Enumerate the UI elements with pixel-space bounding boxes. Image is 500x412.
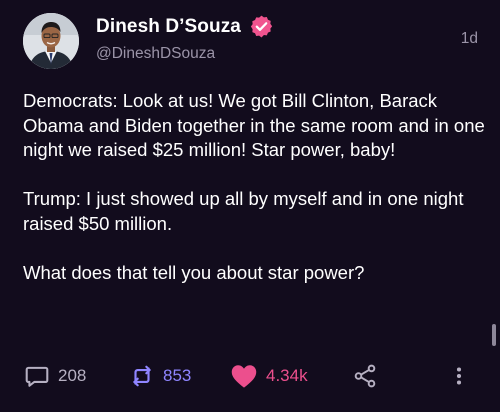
repost-icon xyxy=(129,363,155,389)
verified-badge-icon xyxy=(249,14,274,39)
author-handle[interactable]: @DineshDSouza xyxy=(96,45,215,63)
reply-count: 208 xyxy=(58,366,87,385)
avatar[interactable] xyxy=(23,13,79,69)
reply-button[interactable]: 208 xyxy=(24,363,86,389)
repost-button[interactable]: 853 xyxy=(129,363,191,389)
post-paragraph: Democrats: Look at us! We got Bill Clint… xyxy=(23,90,485,160)
post-paragraph: Trump: I just showed up all by myself an… xyxy=(23,188,464,234)
post-paragraph: What does that tell you about star power… xyxy=(23,261,365,283)
more-icon xyxy=(452,363,466,389)
author-header: Dinesh D’Souza xyxy=(96,14,274,39)
post-timestamp[interactable]: 1d xyxy=(461,30,478,48)
action-bar: 208 853 4.34k xyxy=(0,357,500,401)
post-card: Dinesh D’Souza @DineshDSouza 1d Democrat… xyxy=(0,0,500,412)
like-button[interactable]: 4.34k xyxy=(230,363,308,389)
share-icon xyxy=(352,363,378,389)
post-body: Democrats: Look at us! We got Bill Clint… xyxy=(23,89,488,285)
more-options-button[interactable] xyxy=(452,363,466,389)
author-name[interactable]: Dinesh D’Souza xyxy=(96,16,241,38)
like-count: 4.34k xyxy=(266,366,308,385)
share-button[interactable] xyxy=(352,363,378,389)
heart-icon xyxy=(230,363,258,389)
scrollbar[interactable] xyxy=(492,324,496,346)
repost-count: 853 xyxy=(163,366,192,385)
reply-icon xyxy=(24,363,50,389)
